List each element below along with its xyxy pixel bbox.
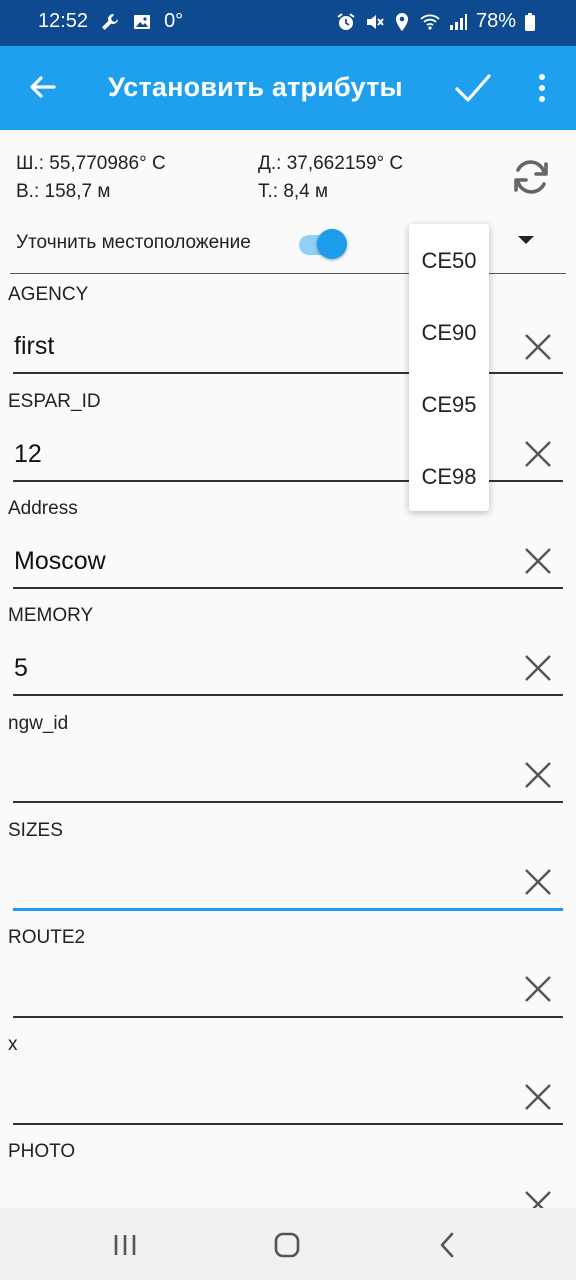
- navigation-bar: [0, 1208, 576, 1280]
- status-battery-text: 78%: [475, 10, 516, 32]
- back-icon[interactable]: [433, 1230, 463, 1260]
- field-label: ngw_id: [8, 713, 69, 734]
- latitude-text: Ш.: 55,770986° С: [16, 153, 166, 174]
- field-label: Address: [8, 498, 78, 519]
- clear-icon[interactable]: [522, 973, 554, 1005]
- field-underline: [13, 1016, 563, 1018]
- field-label: SIZES: [8, 820, 63, 841]
- field-input[interactable]: Moscow: [14, 547, 106, 576]
- field-label: MEMORY: [8, 605, 94, 626]
- field-input[interactable]: 5: [14, 654, 28, 683]
- status-bar: 12:52 0° 78%: [0, 0, 576, 46]
- clear-icon[interactable]: [522, 1081, 554, 1113]
- clear-icon[interactable]: [522, 866, 554, 898]
- field-label: ROUTE2: [8, 927, 86, 948]
- field-underline: [13, 801, 563, 803]
- dropdown-option-ce95[interactable]: CE95: [409, 392, 489, 418]
- field-input[interactable]: first: [14, 332, 54, 361]
- clear-icon[interactable]: [522, 331, 554, 363]
- longitude-text: Д.: 37,662159° С: [258, 153, 404, 174]
- field-underline: [13, 694, 563, 696]
- refresh-icon[interactable]: [510, 156, 552, 198]
- location-icon: [395, 12, 408, 31]
- more-vert-icon[interactable]: [532, 72, 552, 104]
- wifi-icon: [420, 14, 440, 30]
- altitude-text: В.: 158,7 м: [16, 181, 111, 202]
- clear-icon[interactable]: [522, 759, 554, 791]
- dropdown-option-ce98[interactable]: CE98: [409, 464, 489, 490]
- home-icon[interactable]: [272, 1230, 302, 1260]
- toggle-knob: [317, 229, 347, 259]
- field-input[interactable]: 12: [14, 440, 42, 469]
- status-temperature: 0°: [164, 10, 184, 32]
- dropdown-option-ce50[interactable]: CE50: [409, 248, 489, 274]
- clear-icon[interactable]: [522, 652, 554, 684]
- wrench-icon: [102, 13, 119, 30]
- back-arrow-icon[interactable]: [26, 70, 60, 104]
- status-bar-left: 12:52 0°: [38, 10, 183, 33]
- status-time: 12:52: [38, 10, 89, 32]
- battery-icon: [525, 12, 535, 31]
- clear-icon[interactable]: [522, 545, 554, 577]
- page-title: Установить атрибуты: [108, 72, 403, 102]
- image-icon: [134, 14, 151, 29]
- field-label: ESPAR_ID: [8, 391, 101, 412]
- mute-icon: [366, 14, 384, 29]
- status-bar-right: 78%: [336, 10, 536, 33]
- field-underline-focused: [13, 908, 563, 911]
- dropdown-option-ce90[interactable]: CE90: [409, 320, 489, 346]
- refine-location-toggle[interactable]: [297, 227, 349, 261]
- signal-icon: [449, 13, 467, 30]
- clear-icon[interactable]: [522, 438, 554, 470]
- accuracy-spinner-arrow-icon[interactable]: [518, 236, 534, 244]
- field-label: x: [8, 1034, 18, 1055]
- recents-icon[interactable]: [110, 1230, 140, 1260]
- field-underline: [13, 587, 563, 589]
- accuracy-dropdown: CE50 CE90 CE95 CE98: [409, 224, 489, 511]
- check-icon[interactable]: [454, 70, 492, 106]
- alarm-icon: [337, 12, 355, 30]
- field-label: PHOTO: [8, 1141, 76, 1162]
- refine-location-label: Уточнить местоположение: [16, 232, 251, 253]
- app-bar: Установить атрибуты: [0, 46, 576, 130]
- accuracy-text: Т.: 8,4 м: [258, 181, 329, 202]
- field-label: AGENCY: [8, 284, 89, 305]
- field-underline: [13, 1123, 563, 1125]
